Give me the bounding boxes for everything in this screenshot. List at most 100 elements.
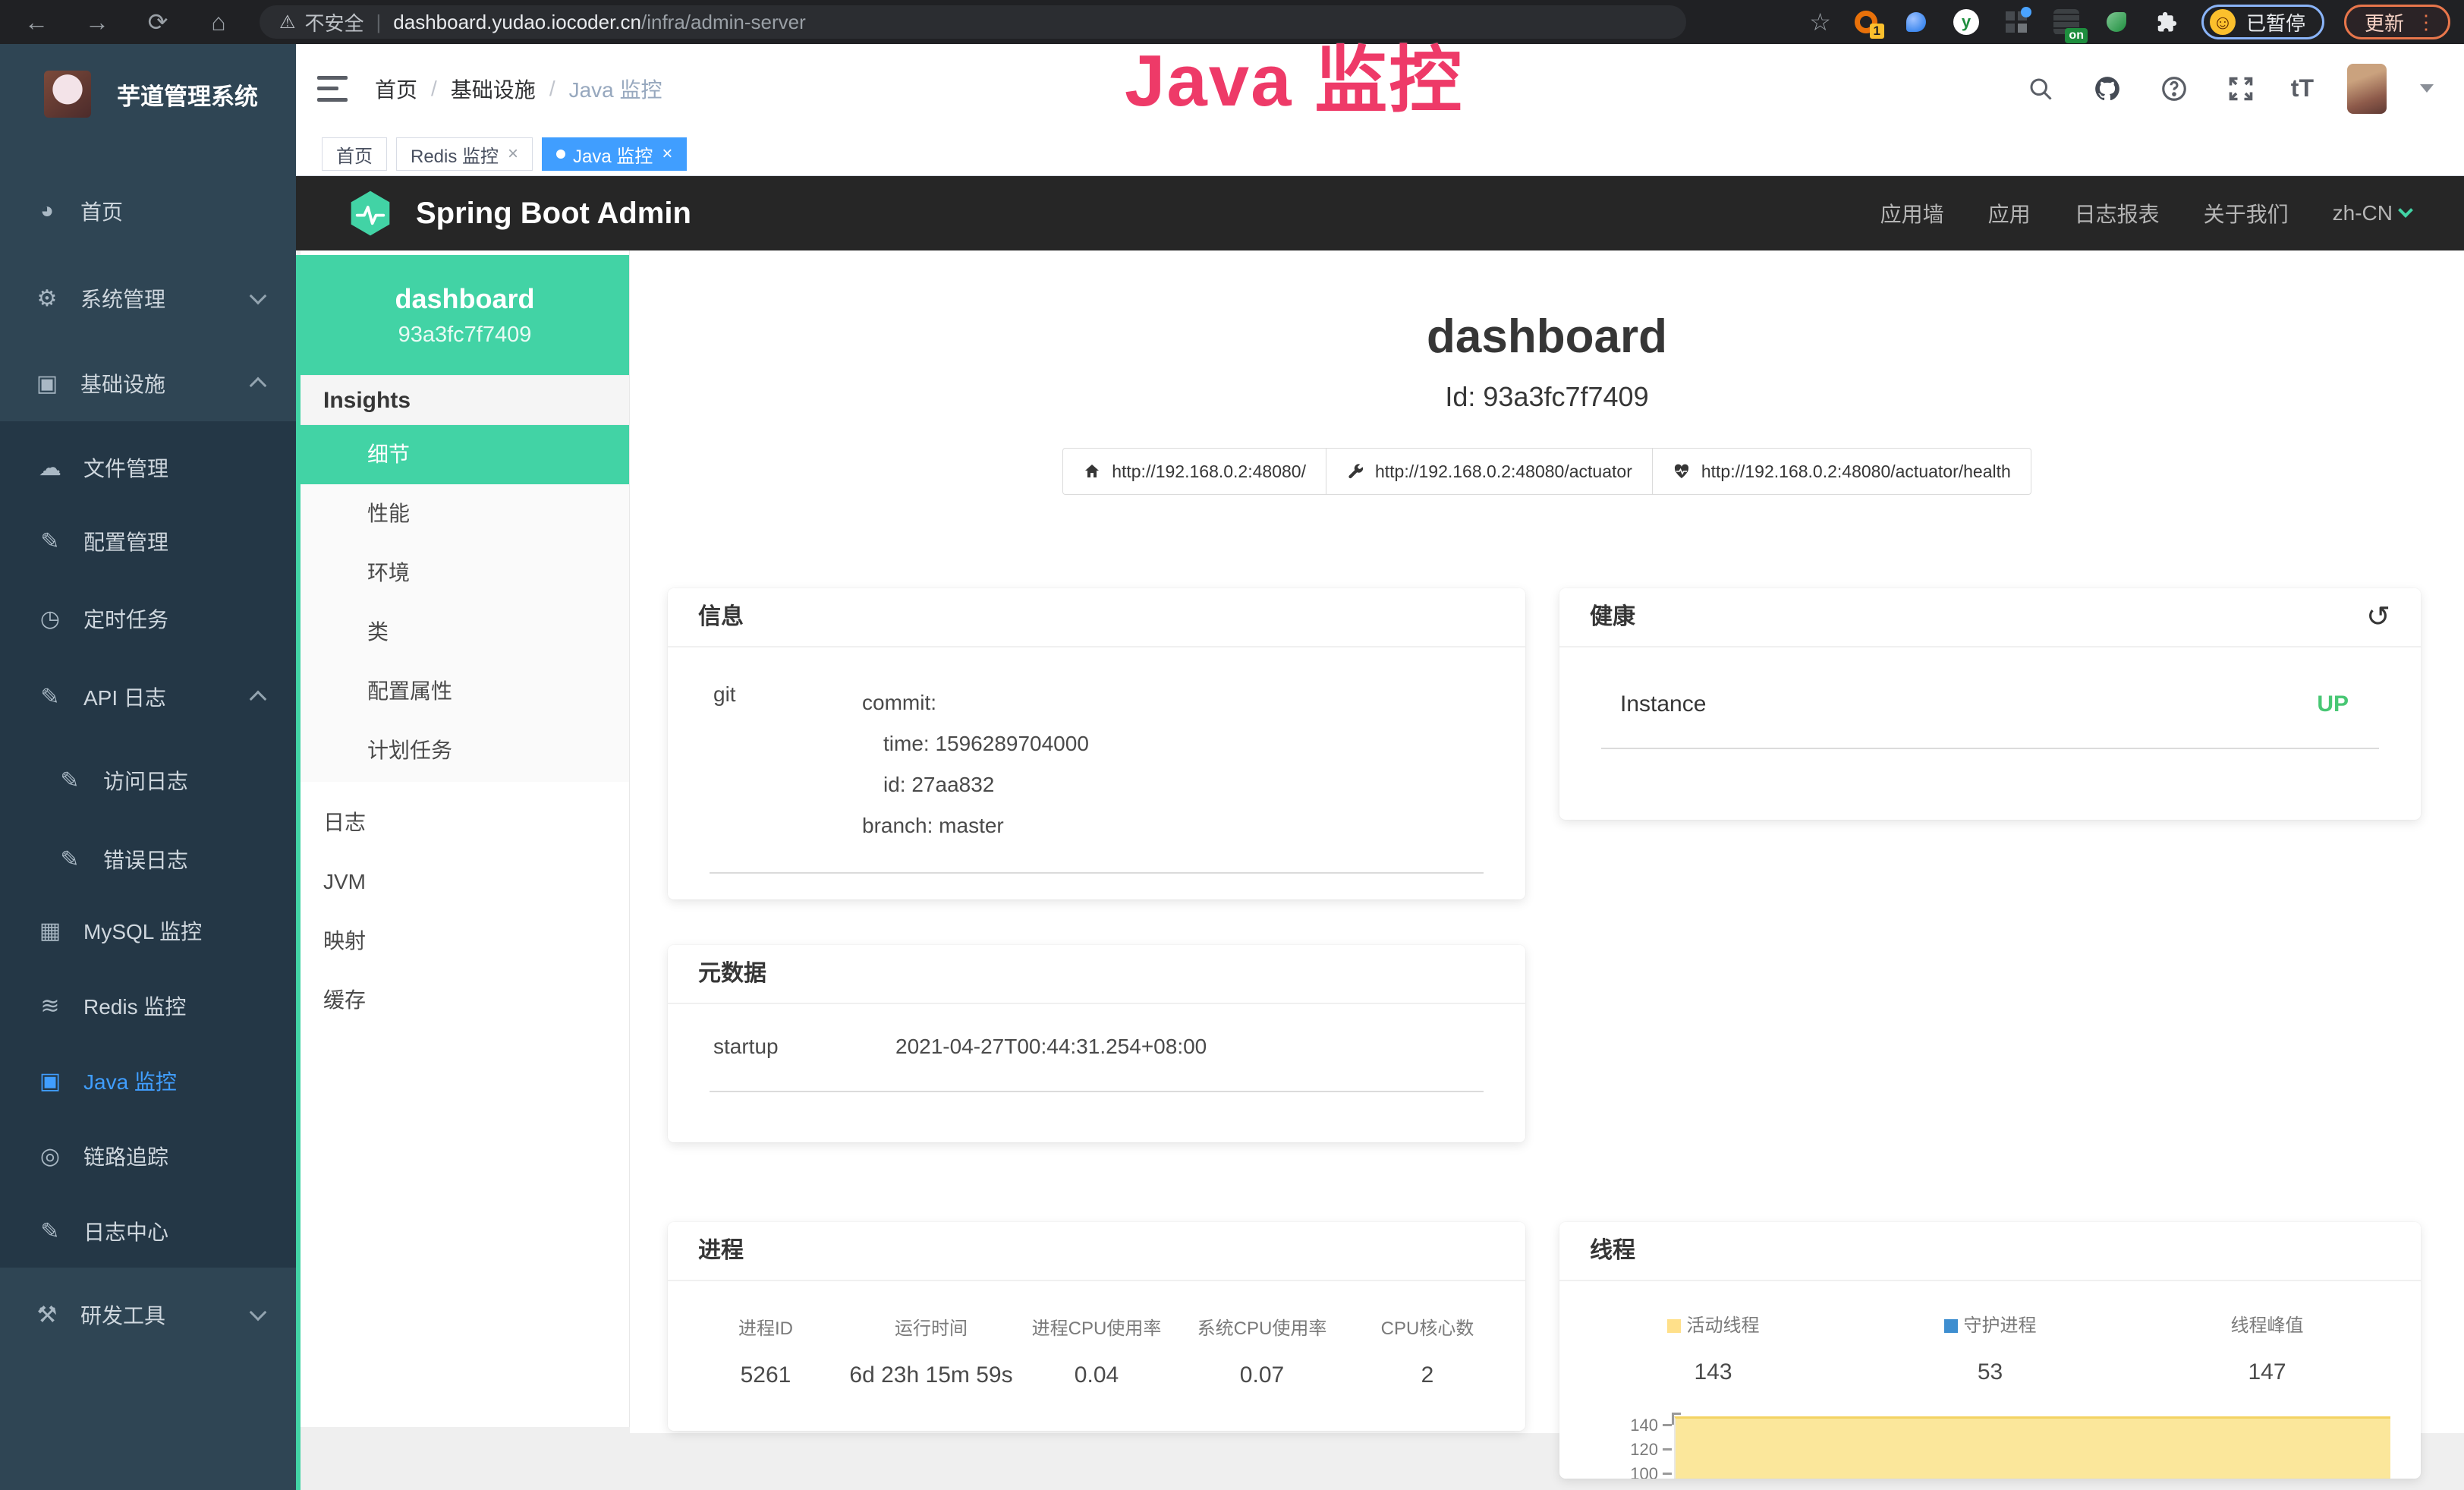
sidebar-item-label: 首页	[80, 196, 123, 226]
extension-icon-sprout[interactable]	[2101, 7, 2132, 37]
history-icon[interactable]: ↺	[2366, 603, 2390, 632]
instance-header[interactable]: dashboard 93a3fc7f7409	[301, 255, 629, 375]
sidebar-item-dev-tools[interactable]: ⚒ 研发工具	[0, 1283, 296, 1347]
health-card: 健康 ↺ Instance UP	[1559, 588, 2421, 820]
instance-name: dashboard	[395, 283, 534, 315]
update-label: 更新	[2365, 8, 2404, 36]
status-badge: UP	[2317, 691, 2349, 717]
database-table-icon: ▦	[33, 918, 67, 944]
legend-live-threads: 活动线程 143	[1575, 1310, 1852, 1385]
bookmark-star-icon[interactable]: ☆	[1809, 8, 1831, 36]
sba-sidebar-item-details[interactable]: 细节	[301, 425, 629, 484]
y-axis-tick: 120	[1597, 1440, 1658, 1460]
tab-java-active[interactable]: Java 监控 ×	[542, 137, 687, 171]
extension-icon-dark-on[interactable]: on	[2051, 7, 2082, 37]
actuator-url-button[interactable]: http://192.168.0.2:48080/actuator	[1326, 448, 1653, 495]
close-icon[interactable]: ×	[662, 143, 672, 165]
search-icon[interactable]	[2024, 72, 2057, 106]
sba-sidebar-item-config-props[interactable]: 配置属性	[301, 662, 629, 721]
sba-sidebar-item-logs[interactable]: 日志	[301, 793, 629, 852]
sba-nav-journal[interactable]: 日志报表	[2075, 198, 2160, 228]
extension-icon-orange[interactable]: 1	[1851, 7, 1881, 37]
breadcrumb: 首页 / 基础设施 / Java 监控	[375, 74, 662, 104]
log-icon: ✎	[53, 846, 87, 873]
fullscreen-icon[interactable]	[2224, 72, 2258, 106]
paused-label: 已暂停	[2246, 8, 2305, 36]
tab-home[interactable]: 首页	[322, 137, 387, 171]
page-title: dashboard	[630, 310, 2464, 364]
sidebar-item-error-log[interactable]: ✎ 错误日志	[0, 827, 296, 891]
breadcrumb-current: Java 监控	[569, 74, 662, 104]
sba-sidebar-item-caches[interactable]: 缓存	[301, 971, 629, 1030]
sba-brand[interactable]: Spring Boot Admin	[416, 197, 691, 231]
home-icon	[1083, 462, 1101, 480]
sba-nav-applications[interactable]: 应用	[1988, 198, 2031, 228]
layers-icon: ≋	[33, 993, 67, 1019]
font-size-icon[interactable]: tT	[2291, 74, 2314, 102]
extension-icon-grid[interactable]	[2001, 7, 2031, 37]
github-icon[interactable]	[2091, 72, 2124, 106]
breadcrumb-home[interactable]: 首页	[375, 74, 417, 104]
extension-icon-y[interactable]: y	[1951, 7, 1981, 37]
sidebar-item-java[interactable]: ▣ Java 监控	[0, 1049, 296, 1113]
help-icon[interactable]	[2157, 72, 2191, 106]
sidebar-item-redis[interactable]: ≋ Redis 监控	[0, 974, 296, 1038]
java-monitor-icon: ▣	[33, 1068, 67, 1095]
tab-redis[interactable]: Redis 监控 ×	[396, 137, 533, 171]
health-instance-row[interactable]: Instance UP	[1559, 647, 2421, 717]
sidebar-item-api-log[interactable]: ✎ API 日志	[0, 665, 296, 729]
sba-sidebar-item-classes[interactable]: 类	[301, 603, 629, 662]
sidebar-item-label: Redis 监控	[83, 991, 186, 1021]
sidebar-item-access-log[interactable]: ✎ 访问日志	[0, 748, 296, 812]
sidebar-item-label: 访问日志	[103, 765, 188, 795]
emoji-face-icon: ☺	[2210, 9, 2236, 35]
cloud-upload-icon: ☁	[33, 455, 67, 481]
metadata-card: 元数据 startup 2021-04-27T00:44:31.254+08:0…	[668, 945, 1525, 1142]
sba-sidebar-item-mappings[interactable]: 映射	[301, 912, 629, 971]
sidebar-item-config[interactable]: ✎ 配置管理	[0, 509, 296, 573]
sba-sidebar-item-environment[interactable]: 环境	[301, 543, 629, 603]
sba-instance-sidebar: dashboard 93a3fc7f7409 Insights 细节 性能 环境…	[301, 250, 630, 1427]
service-url-button[interactable]: http://192.168.0.2:48080/	[1062, 448, 1326, 495]
sidebar-item-log-center[interactable]: ✎ 日志中心	[0, 1199, 296, 1263]
back-icon[interactable]: ←	[21, 8, 52, 36]
hamburger-icon[interactable]	[317, 76, 348, 102]
health-url-button[interactable]: http://192.168.0.2:48080/actuator/health	[1652, 448, 2031, 495]
extension-icon-drop[interactable]	[1901, 7, 1931, 37]
home-icon[interactable]: ⌂	[203, 8, 234, 36]
avatar[interactable]	[2347, 64, 2387, 114]
sidebar-item-file[interactable]: ☁ 文件管理	[0, 436, 296, 499]
tab-label: 首页	[336, 141, 373, 168]
extension-icon-puzzle[interactable]	[2151, 7, 2182, 37]
sidebar-item-trace[interactable]: ◎ 链路追踪	[0, 1124, 296, 1188]
sba-sidebar-item-metrics[interactable]: 性能	[301, 484, 629, 543]
sidebar-item-system[interactable]: ⚙ 系统管理	[0, 266, 296, 330]
sba-sidebar-item-jvm[interactable]: JVM	[301, 852, 629, 912]
security-label[interactable]: 不安全	[305, 8, 364, 36]
close-icon[interactable]: ×	[508, 143, 518, 165]
sba-nav-about[interactable]: 关于我们	[2204, 198, 2289, 228]
sba-sidebar-item-scheduled-tasks[interactable]: 计划任务	[301, 721, 629, 780]
sidebar-item-infra[interactable]: ▣ 基础设施	[0, 351, 296, 415]
card-title: 元数据	[668, 945, 1525, 1004]
dashboard-icon: ◕	[30, 198, 64, 224]
sidebar-item-mysql[interactable]: ▦ MySQL 监控	[0, 899, 296, 962]
legend-value: 53	[1852, 1359, 2129, 1385]
breadcrumb-infra[interactable]: 基础设施	[451, 74, 536, 104]
edit-icon: ✎	[33, 528, 67, 555]
tab-label: Redis 监控	[411, 141, 499, 168]
paused-extension-pill[interactable]: ☺ 已暂停	[2201, 5, 2324, 39]
address-bar[interactable]: ⚠ 不安全 | dashboard.yudao.iocoder.cn /infr…	[260, 5, 1686, 39]
chevron-down-icon[interactable]	[2420, 84, 2434, 93]
sba-nav-wallboard[interactable]: 应用墙	[1880, 198, 1944, 228]
sba-nav-language[interactable]: zh-CN	[2333, 201, 2411, 225]
kebab-menu-icon[interactable]: ⋮	[2416, 11, 2436, 34]
process-stat: 进程ID 5261	[683, 1313, 848, 1388]
forward-icon[interactable]: →	[82, 8, 112, 36]
sidebar-item-home[interactable]: ◕ 首页	[0, 179, 296, 243]
url-host[interactable]: dashboard.yudao.iocoder.cn	[393, 11, 641, 34]
legend-label: 活动线程	[1687, 1315, 1760, 1336]
sidebar-item-job[interactable]: ◷ 定时任务	[0, 587, 296, 650]
update-button[interactable]: 更新 ⋮	[2344, 5, 2450, 39]
reload-icon[interactable]: ⟳	[143, 8, 173, 36]
